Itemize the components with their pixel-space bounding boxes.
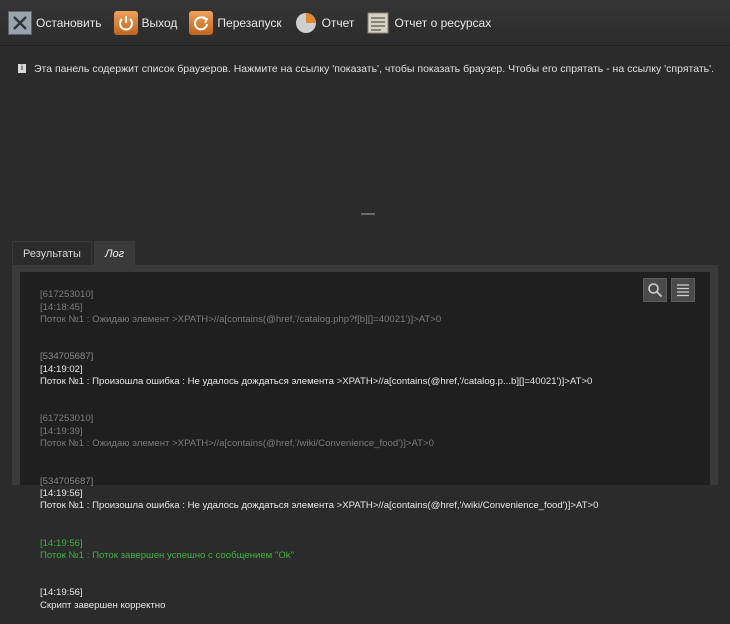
log-time: [14:18:45] bbox=[40, 301, 83, 313]
stop-button[interactable]: Остановить bbox=[8, 7, 102, 39]
log-id: [617253010] bbox=[40, 413, 94, 425]
report-button[interactable]: Отчет bbox=[294, 7, 355, 39]
report-label: Отчет bbox=[321, 15, 355, 30]
log-line: [14:19:56] Скрипт завершен корректно bbox=[24, 575, 706, 624]
stop-icon bbox=[8, 10, 32, 35]
restart-icon bbox=[189, 10, 214, 35]
log-time: [14:19:56] bbox=[40, 587, 83, 599]
tab-results[interactable]: Результаты bbox=[12, 241, 92, 266]
document-list-icon bbox=[366, 11, 390, 35]
restart-button[interactable]: Перезапуск bbox=[189, 7, 282, 39]
stop-label: Остановить bbox=[36, 15, 102, 30]
log-menu-button[interactable] bbox=[671, 278, 695, 302]
log-tools bbox=[639, 278, 695, 302]
panel-splitter[interactable] bbox=[361, 213, 375, 215]
power-icon bbox=[113, 10, 138, 35]
log-text: Поток №1 : Произошла ошибка : Не удалось… bbox=[40, 376, 593, 388]
resource-report-label: Отчет о ресурсах bbox=[394, 15, 492, 30]
log-time: [14:19:56] bbox=[40, 487, 83, 499]
log-text: Скрипт завершен корректно bbox=[40, 599, 166, 611]
menu-icon bbox=[677, 284, 689, 297]
search-icon bbox=[648, 283, 663, 298]
restart-label: Перезапуск bbox=[217, 15, 282, 30]
log-time: [14:19:02] bbox=[40, 363, 83, 375]
log-line: [534705687] [14:19:56] Поток №1 : Произо… bbox=[24, 463, 706, 525]
pie-chart-icon bbox=[294, 11, 318, 35]
log-id: [617253010] bbox=[40, 289, 94, 301]
log-text: Поток №1 : Поток завершен успешно с сооб… bbox=[40, 549, 295, 561]
log-id: [534705687] bbox=[40, 351, 94, 363]
info-icon: i bbox=[18, 64, 26, 73]
log-line: [534705687] [14:19:02] Поток №1 : Произо… bbox=[24, 339, 706, 401]
log-time: [14:19:39] bbox=[40, 425, 83, 437]
info-text: Эта панель содержит список браузеров. На… bbox=[34, 63, 715, 75]
log-output: [617253010] [14:18:45] Поток №1 : Ожидаю… bbox=[20, 272, 710, 611]
log-text: Поток №1 : Произошла ошибка : Не удалось… bbox=[40, 500, 599, 512]
log-line: [14:19:56] Поток №1 : Поток завершен усп… bbox=[24, 525, 706, 575]
log-text: Поток №1 : Ожидаю элемент >XPATH>//a[con… bbox=[40, 438, 434, 450]
log-line: [617253010] [14:18:45] Поток №1 : Ожидаю… bbox=[24, 277, 706, 339]
log-text: Поток №1 : Ожидаю элемент >XPATH>//a[con… bbox=[40, 314, 442, 326]
resource-report-button[interactable]: Отчет о ресурсах bbox=[366, 7, 491, 39]
log-panel: [617253010] [14:18:45] Поток №1 : Ожидаю… bbox=[12, 265, 718, 611]
exit-label: Выход bbox=[141, 15, 178, 30]
log-line: [617253010] [14:19:39] Поток №1 : Ожидаю… bbox=[24, 401, 706, 463]
tab-bar: Результаты Лог bbox=[12, 241, 137, 266]
tab-log[interactable]: Лог bbox=[93, 241, 136, 266]
toolbar: Остановить Выход Перезапуск Отчет Отчет … bbox=[0, 0, 730, 46]
browser-panel-info: i Эта панель содержит список браузеров. … bbox=[18, 63, 718, 75]
log-search-button[interactable] bbox=[643, 278, 667, 302]
log-time: [14:19:56] bbox=[40, 537, 83, 549]
exit-button[interactable]: Выход bbox=[113, 7, 178, 39]
